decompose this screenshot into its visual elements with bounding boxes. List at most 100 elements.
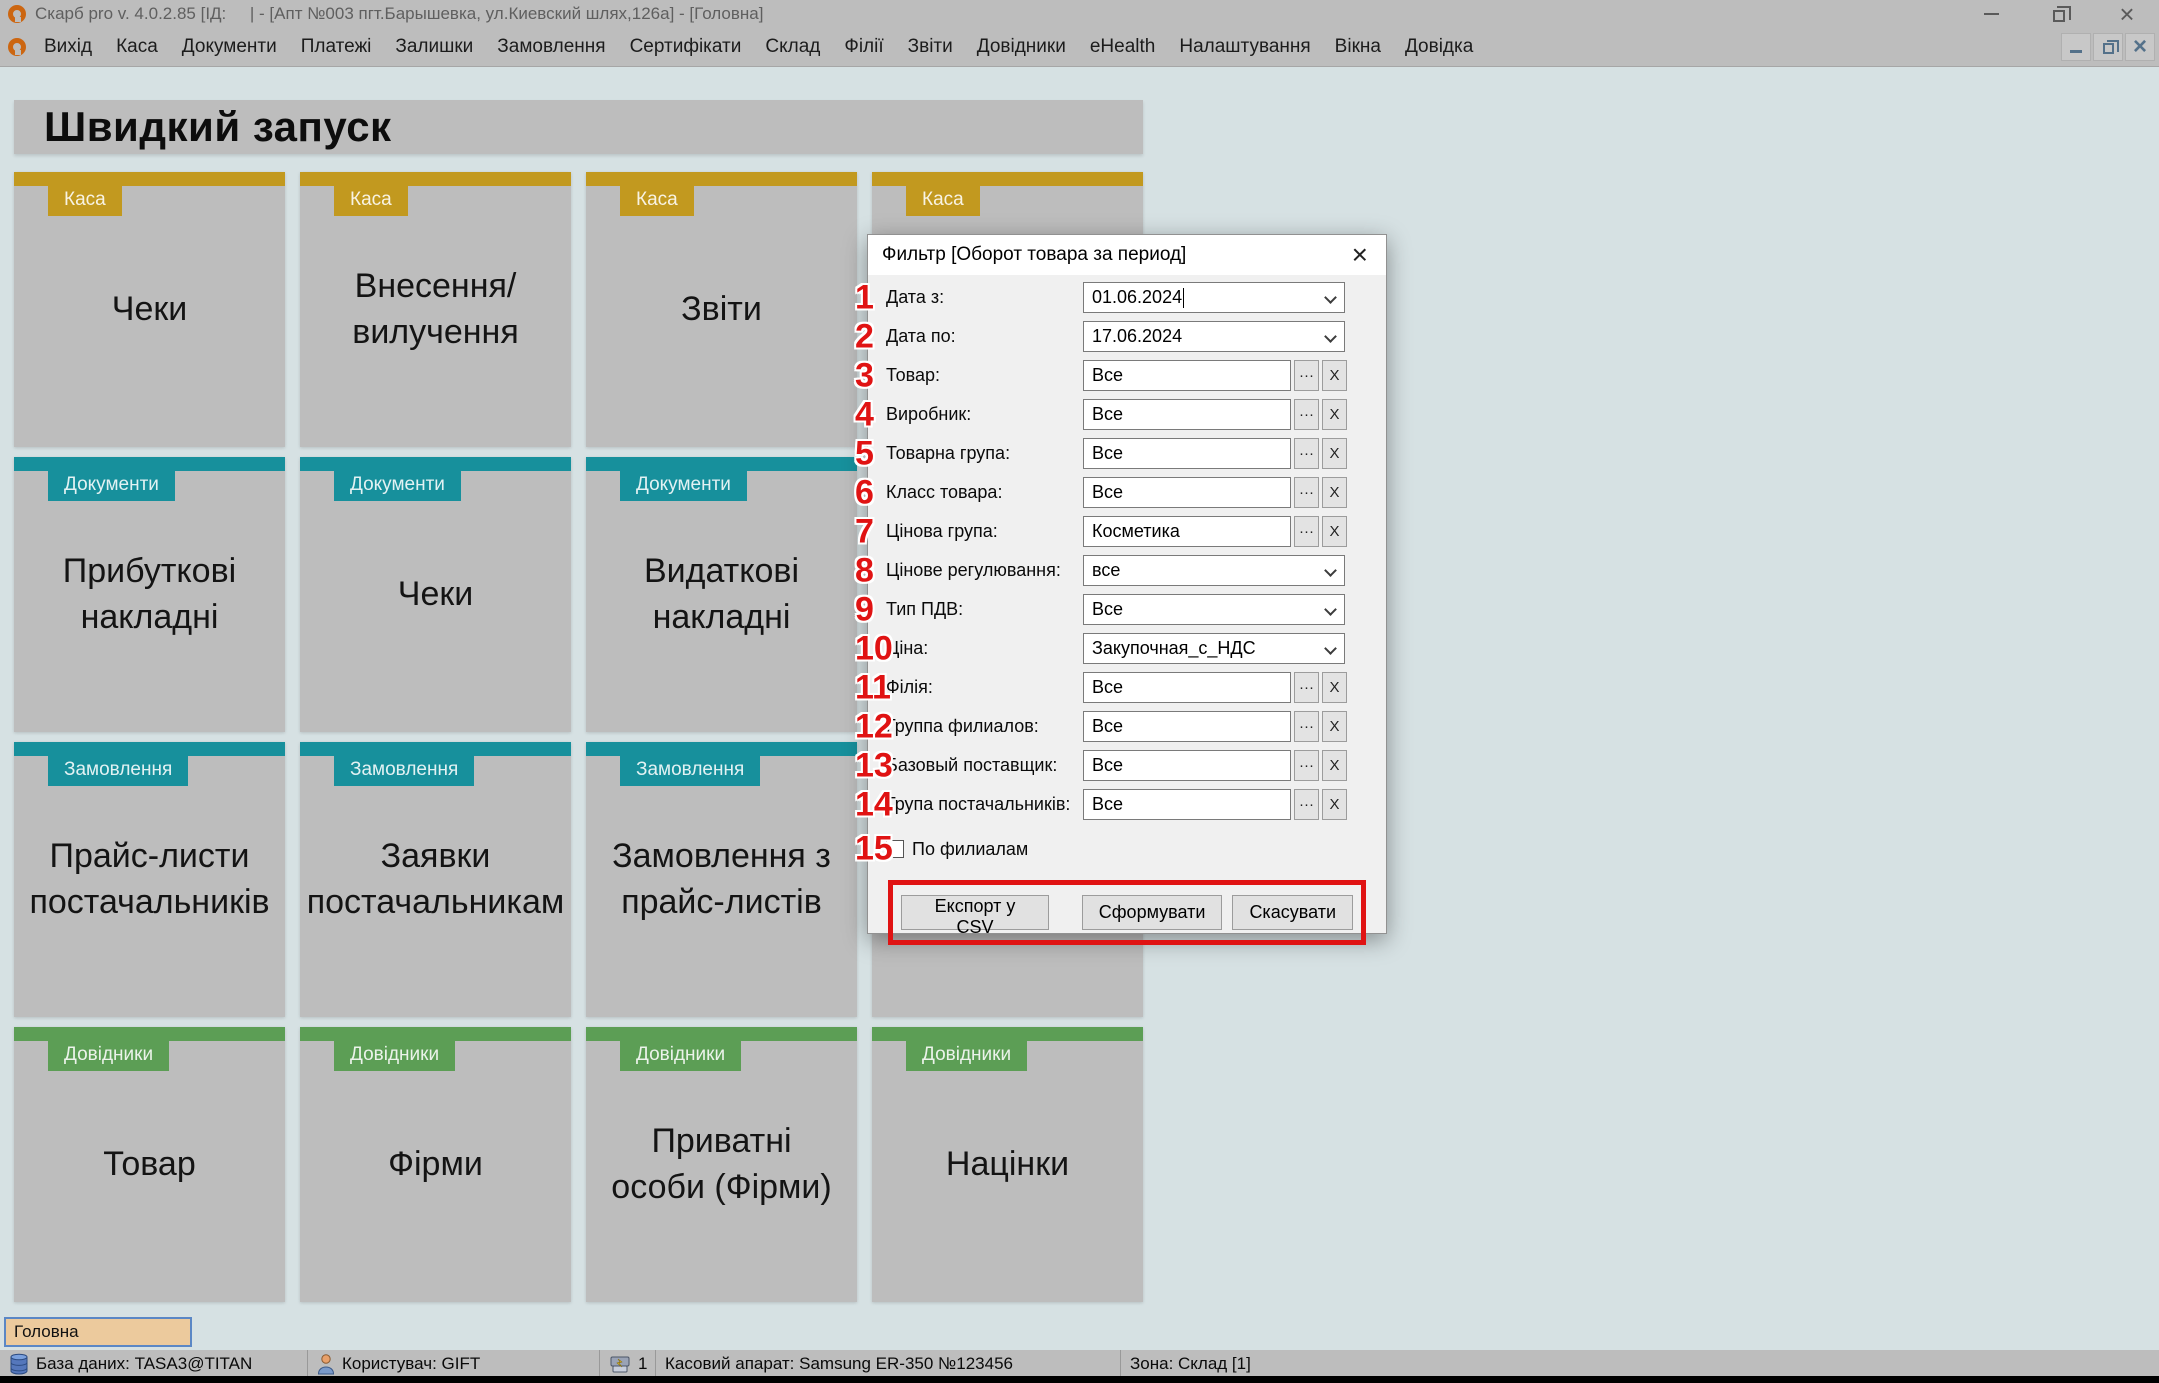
tile-zamovlennia-zaiavky[interactable]: Замовлення Заявки постачальникам [300,742,571,1017]
tile-dokumenty-cheky[interactable]: Документи Чеки [300,457,571,732]
dialog-title: Фильтр [Оборот товара за период] [882,244,1187,265]
chevron-down-icon[interactable] [1324,291,1337,304]
tsinova-hrupa-browse-button[interactable]: ··· [1294,516,1319,547]
menu-dokumenty[interactable]: Документи [170,28,289,66]
tile-dovidnyky-tovar[interactable]: Довідники Товар [14,1027,285,1302]
annotation-number-15: 15 [855,829,893,868]
tile-dovidnyky-pryvatni-osoby[interactable]: Довідники Приватні особи (Фірми) [586,1027,857,1302]
dialog-title-bar: Фильтр [Оборот товара за период] × [868,235,1386,275]
tile-label: Товар [103,1144,196,1183]
tsina-combobox[interactable]: Закупочная_с_НДС [1083,633,1345,664]
menu-platezhi[interactable]: Платежі [289,28,384,66]
tovar-input[interactable]: Все [1083,360,1291,391]
input-value: Все [1092,365,1124,385]
field-label: Товар: [886,365,940,385]
hruppa-filialov-input[interactable]: Все [1083,711,1291,742]
status-register-text: Касовий апарат: Samsung ER-350 №123456 [665,1353,1014,1373]
menu-ehealth[interactable]: eHealth [1078,28,1168,66]
mdi-minimize-button[interactable] [2061,33,2091,61]
tsinova-hrupa-input[interactable]: Косметика [1083,516,1291,547]
tovarna-hrupa-clear-button[interactable]: X [1322,438,1347,469]
tile-label: Замовлення з прайс-листів [612,836,831,921]
hrupa-postachalnykiv-input[interactable]: Все [1083,789,1291,820]
field-date-to: 2 Дата по: 17.06.2024 [855,317,1368,355]
date-from-combobox[interactable]: 01.06.2024 [1083,282,1345,313]
filiia-clear-button[interactable]: X [1322,672,1347,703]
bazovyi-postavshchik-browse-button[interactable]: ··· [1294,750,1319,781]
input-value: Все [1092,677,1124,697]
vyrobnyk-browse-button[interactable]: ··· [1294,399,1319,430]
status-register-count: 1 [600,1350,656,1377]
input-value: Все [1092,443,1124,463]
date-to-combobox[interactable]: 17.06.2024 [1083,321,1345,352]
filiia-browse-button[interactable]: ··· [1294,672,1319,703]
tile-zamovlennia-price-lists[interactable]: Замовлення Прайс-листи постачальників [14,742,285,1017]
tovar-browse-button[interactable]: ··· [1294,360,1319,391]
menu-vikna[interactable]: Вікна [1323,28,1393,66]
klass-tovara-clear-button[interactable]: X [1322,477,1347,508]
vyrobnyk-input[interactable]: Все [1083,399,1291,430]
menu-sertyfikaty[interactable]: Сертифікати [618,28,754,66]
chevron-down-icon[interactable] [1324,642,1337,655]
tile-kasa-vnesennia-vyluchennia[interactable]: Каса Внесення/вилучення [300,172,571,447]
tab-holovna[interactable]: Головна [4,1317,192,1347]
dialog-close-icon[interactable]: × [1348,241,1372,269]
field-hrupa-postachalnykiv: 14 Група постачальників: Все ··· X [855,785,1368,823]
tile-label: Фірми [388,1144,483,1183]
bazovyi-postavshchik-clear-button[interactable]: X [1322,750,1347,781]
minimize-button[interactable] [1981,4,2001,24]
klass-tovara-input[interactable]: Все [1083,477,1291,508]
chevron-down-icon[interactable] [1324,603,1337,616]
close-button[interactable]: × [2117,1,2137,27]
chevron-down-icon[interactable] [1324,330,1337,343]
field-label: Виробник: [886,404,972,424]
tovarna-hrupa-input[interactable]: Все [1083,438,1291,469]
tsinova-hrupa-clear-button[interactable]: X [1322,516,1347,547]
tile-dovidnyky-firmy[interactable]: Довідники Фірми [300,1027,571,1302]
annotation-number-8: 8 [855,551,874,589]
tsinove-rehuliuvannia-combobox[interactable]: все [1083,555,1345,586]
generate-button[interactable]: Сформувати [1081,895,1223,930]
chevron-down-icon[interactable] [1324,564,1337,577]
export-csv-button[interactable]: Експорт у CSV [901,895,1049,937]
tile-dovidnyky-natsinky[interactable]: Довідники Націнки [872,1027,1143,1302]
field-label: Тип ПДВ: [886,599,964,619]
status-database-text: База даних: TASA3@TITAN [36,1353,253,1373]
hruppa-filialov-browse-button[interactable]: ··· [1294,711,1319,742]
menu-zvity[interactable]: Звіти [896,28,965,66]
menu-zamovlennia[interactable]: Замовлення [485,28,617,66]
menu-dovidnyky[interactable]: Довідники [965,28,1078,66]
tile-zamovlennia-z-price-lists[interactable]: Замовлення Замовлення з прайс-листів [586,742,857,1017]
hrupa-postachalnykiv-clear-button[interactable]: X [1322,789,1347,820]
input-value: Все [1092,482,1124,502]
bazovyi-postavshchik-input[interactable]: Все [1083,750,1291,781]
menu-sklad[interactable]: Склад [753,28,832,66]
menu-filii[interactable]: Філії [832,28,895,66]
cancel-button[interactable]: Скасувати [1232,895,1353,930]
status-zone-text: Зона: Склад [1] [1130,1353,1251,1373]
vyrobnyk-clear-button[interactable]: X [1322,399,1347,430]
menu-dovidka[interactable]: Довідка [1393,28,1485,66]
tile-kasa-cheky[interactable]: Каса Чеки [14,172,285,447]
annotation-number-3: 3 [855,356,874,394]
typ-pdv-combobox[interactable]: Все [1083,594,1345,625]
menu-nalashtuvannia[interactable]: Налаштування [1167,28,1322,66]
menu-zalyshky[interactable]: Залишки [383,28,485,66]
annotation-number-2: 2 [855,317,874,355]
menu-vykhid[interactable]: Вихід [32,28,104,66]
hrupa-postachalnykiv-browse-button[interactable]: ··· [1294,789,1319,820]
menu-kasa[interactable]: Каса [104,28,170,66]
annotation-number-4: 4 [855,395,874,433]
filiia-input[interactable]: Все [1083,672,1291,703]
klass-tovara-browse-button[interactable]: ··· [1294,477,1319,508]
tile-dokumenty-prybutkovi-nakladni[interactable]: Документи Прибуткові накладні [14,457,285,732]
restore-button[interactable] [2049,4,2071,24]
mdi-close-button[interactable]: × [2125,33,2155,61]
mdi-restore-button[interactable] [2093,33,2123,61]
hruppa-filialov-clear-button[interactable]: X [1322,711,1347,742]
tile-kasa-zvity[interactable]: Каса Звіти [586,172,857,447]
tovar-clear-button[interactable]: X [1322,360,1347,391]
tovarna-hrupa-browse-button[interactable]: ··· [1294,438,1319,469]
tile-dokumenty-vydatkovi-nakladni[interactable]: Документи Видаткові накладні [586,457,857,732]
tile-label: Прибуткові накладні [62,551,237,636]
